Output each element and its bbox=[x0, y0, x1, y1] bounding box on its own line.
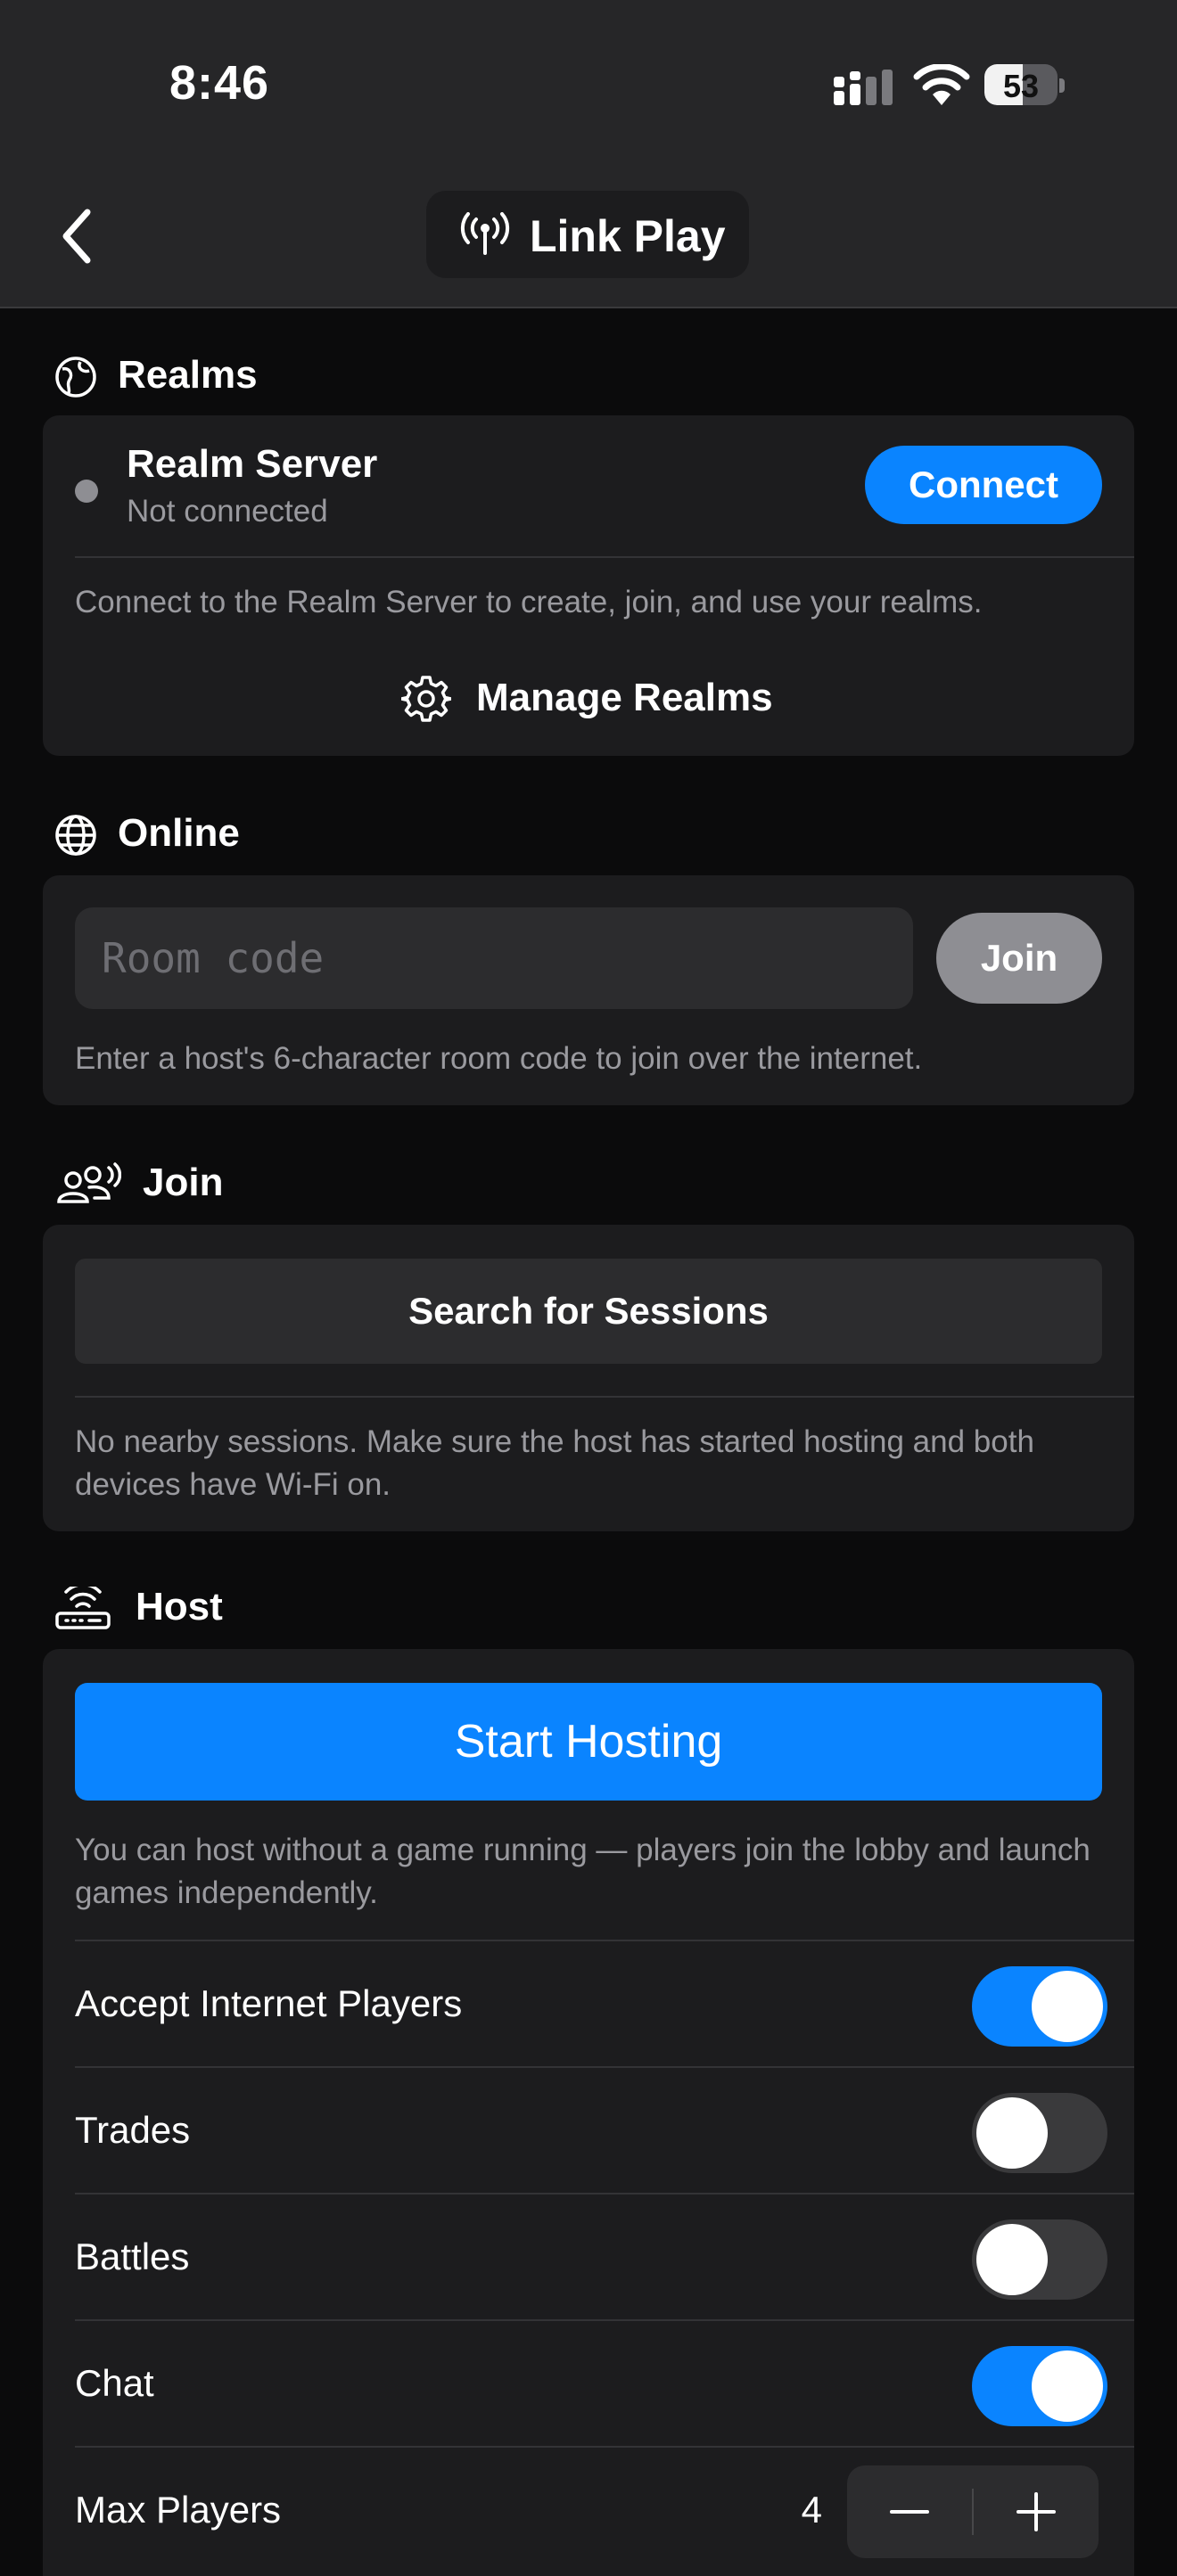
setting-label: Battles bbox=[75, 2236, 190, 2277]
realms-heading: Realms bbox=[118, 353, 258, 397]
wifi-icon bbox=[913, 64, 970, 105]
realms-card: Realm Server Not connected Connect Conne… bbox=[43, 415, 1134, 756]
join-card: Search for Sessions No nearby sessions. … bbox=[43, 1225, 1134, 1531]
max-players-label: Max Players bbox=[75, 2489, 282, 2531]
start-hosting-button[interactable]: Start Hosting bbox=[75, 1683, 1102, 1801]
setting-label: Trades bbox=[75, 2109, 191, 2151]
setting-row-chat: Chat bbox=[75, 2321, 1134, 2446]
page-title: Link Play bbox=[530, 211, 726, 261]
antenna-broadcast-icon bbox=[460, 212, 510, 255]
realm-server-name: Realm Server bbox=[127, 442, 378, 486]
status-time: 8:46 bbox=[169, 56, 270, 110]
search-sessions-button[interactable]: Search for Sessions bbox=[75, 1259, 1102, 1364]
router-icon bbox=[55, 1587, 111, 1629]
setting-label: Chat bbox=[75, 2362, 154, 2404]
cellular-signal-icon bbox=[834, 70, 893, 105]
online-card: Join Enter a host's 6-character room cod… bbox=[43, 875, 1134, 1105]
setting-row-trades: Trades bbox=[75, 2068, 1134, 2193]
host-description: You can host without a game running — pl… bbox=[75, 1833, 1091, 1910]
setting-row-accept-internet-players: Accept Internet Players bbox=[75, 1941, 1134, 2066]
people-wave-icon bbox=[57, 1162, 121, 1203]
online-description: Enter a host's 6-character room code to … bbox=[75, 1041, 923, 1076]
room-code-input[interactable] bbox=[75, 907, 913, 1009]
decrement-button[interactable] bbox=[847, 2465, 972, 2558]
realms-description: Connect to the Realm Server to create, j… bbox=[75, 585, 983, 619]
realms-globe-icon bbox=[55, 357, 96, 398]
manage-realms-label: Manage Realms bbox=[476, 676, 773, 719]
realm-server-status: Not connected bbox=[127, 494, 328, 529]
room-code-field[interactable] bbox=[75, 907, 913, 1009]
join-heading: Join bbox=[143, 1161, 224, 1204]
max-players-stepper bbox=[847, 2465, 1099, 2558]
connection-status-dot bbox=[75, 480, 98, 503]
setting-row-battles: Battles bbox=[75, 2195, 1134, 2319]
connect-button[interactable]: Connect bbox=[865, 446, 1102, 524]
host-heading: Host bbox=[136, 1585, 223, 1628]
max-players-value: 4 bbox=[801, 2489, 822, 2531]
back-chevron-icon[interactable] bbox=[52, 205, 105, 267]
nav-title-pill: Link Play bbox=[426, 191, 749, 278]
trades-toggle[interactable] bbox=[972, 2093, 1107, 2173]
setting-row-max-players: Max Players 4 bbox=[75, 2448, 1134, 2572]
join-description: No nearby sessions. Make sure the host h… bbox=[75, 1424, 1034, 1502]
join-room-button[interactable]: Join bbox=[936, 913, 1102, 1004]
top-bar: 8:46 53 Link Play bbox=[0, 0, 1177, 308]
battery-icon: 53 bbox=[984, 64, 1065, 107]
chat-toggle[interactable] bbox=[972, 2346, 1107, 2426]
plus-icon bbox=[1017, 2492, 1056, 2531]
host-card: Start Hosting You can host without a gam… bbox=[43, 1649, 1134, 2576]
battery-percent: 53 bbox=[1002, 68, 1040, 104]
minus-icon bbox=[890, 2510, 929, 2514]
online-heading: Online bbox=[118, 811, 240, 855]
setting-label: Accept Internet Players bbox=[75, 1982, 463, 2024]
globe-icon bbox=[55, 815, 96, 856]
gear-icon bbox=[401, 676, 451, 722]
accept-internet-players-toggle[interactable] bbox=[972, 1966, 1107, 2047]
manage-realms-button[interactable]: Manage Realms bbox=[43, 669, 1134, 731]
battles-toggle[interactable] bbox=[972, 2219, 1107, 2300]
increment-button[interactable] bbox=[974, 2465, 1099, 2558]
